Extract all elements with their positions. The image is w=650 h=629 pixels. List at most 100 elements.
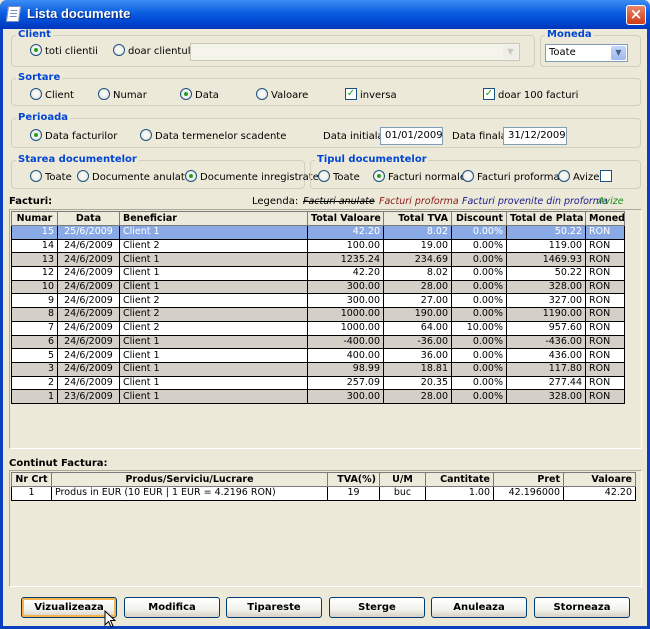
radio-sort-valoare[interactable]: Valoare <box>256 88 308 103</box>
radio-sort-client[interactable]: Client <box>30 88 74 103</box>
checkbox-inversa[interactable]: ✓ inversa <box>345 88 397 103</box>
checkbox-label: inversa <box>360 90 397 101</box>
radio-avize[interactable]: Avize <box>558 170 599 185</box>
radio-tipul-toate[interactable]: Toate <box>318 170 360 185</box>
table-cell: 12 <box>11 266 58 281</box>
table-cell: Client 1 <box>119 361 308 377</box>
radio-data-termenelor[interactable]: Data termenelor scadente <box>140 129 286 144</box>
moneda-combo[interactable]: Toate ▼ <box>545 44 628 62</box>
table-cell: 14 <box>11 238 58 254</box>
table-row[interactable]: 12 24/6/2009 Client 1 42.20 8.02 0.00% 50.22 RO… <box>11 266 625 281</box>
radio-starea-toate[interactable]: Toate <box>30 170 72 185</box>
column-header[interactable]: Beneficiar <box>119 211 308 226</box>
table-cell: 64.00 <box>383 320 452 336</box>
table-cell: -436.00 <box>506 334 586 350</box>
radio-sort-numar[interactable]: Numar <box>98 88 147 103</box>
table-cell: 277.44 <box>506 375 586 391</box>
column-header[interactable]: Valoare <box>563 472 636 487</box>
radio-sort-data[interactable]: Data <box>180 88 219 103</box>
vizualizeaza-button[interactable]: Vizualizeaza <box>21 597 117 618</box>
column-header[interactable]: U/M <box>379 472 426 487</box>
column-header[interactable]: Pret <box>493 472 564 487</box>
column-header[interactable]: Moneda <box>585 211 625 226</box>
column-header[interactable]: Total de Plata <box>506 211 586 226</box>
radio-data-facturilor[interactable]: Data facturilor <box>30 129 117 144</box>
column-header[interactable]: Data <box>57 211 120 226</box>
checkbox-doar-100[interactable]: ✓ doar 100 facturi <box>483 88 578 103</box>
table-cell: 24/6/2009 <box>57 320 120 336</box>
radio-only-client[interactable]: doar clientul: <box>113 44 194 59</box>
table-cell: Client 1 <box>119 252 308 268</box>
column-header[interactable]: Nr Crt <box>11 472 52 487</box>
continut-label: Continut Factura: <box>9 458 108 469</box>
table-cell: 98.99 <box>307 361 384 377</box>
sterge-button[interactable]: Sterge <box>329 597 425 618</box>
invoices-grid[interactable]: Numar Data Beneficiar Total Valoare Total TV… <box>9 209 642 449</box>
table-cell: 1000.00 <box>307 320 384 336</box>
storneaza-button[interactable]: Storneaza <box>534 597 630 618</box>
title-bar[interactable]: Lista documente × <box>0 0 650 29</box>
table-cell: 300.00 <box>307 279 384 295</box>
radio-label: Data <box>195 90 219 101</box>
radio-facturi-normale[interactable]: Facturi normale <box>373 170 466 185</box>
tipareste-button[interactable]: Tipareste <box>226 597 322 618</box>
end-date-input[interactable]: 31/12/2009 <box>503 127 567 145</box>
invoice-content-grid[interactable]: Nr Crt Produs/Serviciu/Lucrare TVA(%) U/M Ca… <box>9 470 642 587</box>
radio-facturi-proforma[interactable]: Facturi proforma <box>462 170 560 185</box>
table-cell: 119.00 <box>506 238 586 254</box>
check-icon: ✓ <box>483 88 495 100</box>
radio-label: toti clientii <box>45 46 98 57</box>
checkbox-avize[interactable] <box>600 170 615 185</box>
table-cell: RON <box>585 334 625 350</box>
radio-documente-inregistrate[interactable]: Documente inregistrate <box>185 170 319 185</box>
table-cell: 436.00 <box>506 348 586 363</box>
table-row[interactable]: 10 24/6/2009 Client 1 300.00 28.00 0.00% 328.0… <box>11 279 625 295</box>
table-cell: 300.00 <box>307 389 384 404</box>
column-header[interactable]: Total Valoare <box>307 211 384 226</box>
start-date-input[interactable]: 01/01/2009 <box>380 127 443 145</box>
radio-all-clients[interactable]: toti clientii <box>30 44 98 59</box>
table-cell: 7 <box>11 320 58 336</box>
column-header[interactable]: Produs/Serviciu/Lucrare <box>51 472 328 487</box>
modifica-button[interactable]: Modifica <box>124 597 220 618</box>
client-combo[interactable]: ▼ <box>190 43 520 61</box>
table-cell: 257.09 <box>307 375 384 391</box>
table-cell: 42.20 <box>307 225 384 240</box>
radio-documente-anulate[interactable]: Documente anulate <box>77 170 191 185</box>
table-cell: Client 1 <box>119 389 308 404</box>
column-header[interactable]: Numar <box>11 211 58 226</box>
table-cell: Client 1 <box>119 266 308 281</box>
sortare-group: Sortare Client Numar Data Valoare ✓ inver… <box>11 72 641 106</box>
table-row[interactable]: 1 Produs in EUR (10 EUR | 1 EUR = 4.2196 … <box>11 486 636 501</box>
table-cell: 28.00 <box>383 279 452 295</box>
column-header[interactable]: Total TVA <box>383 211 452 226</box>
legend-facturi-provenite: Facturi provenite din proforma <box>462 196 608 207</box>
table-row[interactable]: 5 24/6/2009 Client 1 400.00 36.00 0.00% 436.00… <box>11 348 625 363</box>
window-title: Lista documente <box>27 6 131 21</box>
anuleaza-button[interactable]: Anuleaza <box>431 597 527 618</box>
radio-dot <box>77 170 89 182</box>
table-cell: 0.00% <box>451 334 507 350</box>
table-row[interactable]: 14 24/6/2009 Client 2 100.00 19.00 0.00% 119.0… <box>11 238 625 254</box>
table-row[interactable]: 6 24/6/2009 Client 1 -400.00 -36.00 0.00% -436… <box>11 334 625 350</box>
table-row[interactable]: 2 24/6/2009 Client 1 257.09 20.35 0.00% 277.44… <box>11 375 625 391</box>
tipul-group: Tipul documentelor Toate Facturi normale… <box>310 154 641 189</box>
table-row[interactable]: 7 24/6/2009 Client 2 1000.00 64.00 10.00% 957.… <box>11 320 625 336</box>
table-row[interactable]: 1 23/6/2009 Client 1 300.00 28.00 0.00% 328.00… <box>11 389 625 404</box>
close-button[interactable]: × <box>626 5 646 25</box>
table-row[interactable]: 13 24/6/2009 Client 1 1235.24 234.69 0.00% 146… <box>11 252 625 268</box>
column-header[interactable]: Discount <box>451 211 507 226</box>
column-header[interactable]: Cantitate <box>425 472 494 487</box>
table-row[interactable]: 9 24/6/2009 Client 2 300.00 27.00 0.00% 327.00… <box>11 293 625 309</box>
moneda-group: Moneda Toate ▼ <box>540 29 641 67</box>
table-cell: 42.20 <box>307 266 384 281</box>
table-row[interactable]: 3 24/6/2009 Client 1 98.99 18.81 0.00% 117.80 R… <box>11 361 625 377</box>
table-cell: 19.00 <box>383 238 452 254</box>
table-cell: Client 1 <box>119 279 308 295</box>
table-row[interactable]: 15 25/6/2009 Client 1 42.20 8.02 0.00% 50.22 RO… <box>11 225 625 240</box>
table-row[interactable]: 8 24/6/2009 Client 2 1000.00 190.00 0.00% 1190… <box>11 307 625 322</box>
table-cell: 2 <box>11 375 58 391</box>
table-cell: RON <box>585 279 625 295</box>
radio-label: doar clientul: <box>128 46 194 57</box>
column-header[interactable]: TVA(%) <box>327 472 380 487</box>
